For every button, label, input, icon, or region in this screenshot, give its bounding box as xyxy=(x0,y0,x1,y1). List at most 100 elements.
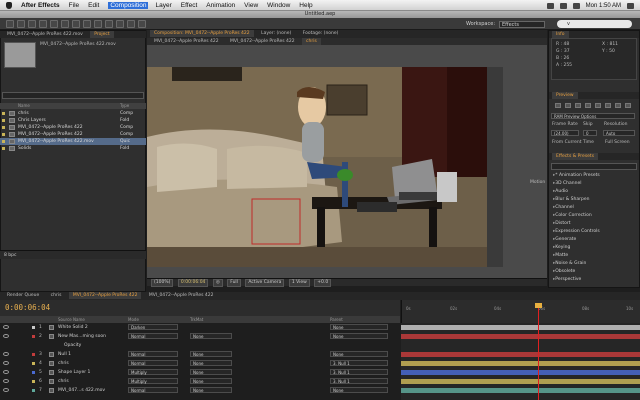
parent-select[interactable]: 3. Null 1 xyxy=(330,378,388,384)
tab-project[interactable]: Project xyxy=(90,31,114,38)
effects-category[interactable]: Color Correction xyxy=(553,213,591,218)
resolution-select-preview[interactable]: Auto xyxy=(603,130,635,136)
effects-category[interactable]: Perspective xyxy=(553,277,581,282)
last-frame-icon[interactable] xyxy=(595,103,601,108)
layer-label-swatch[interactable] xyxy=(32,335,35,338)
parent-select[interactable]: None xyxy=(330,387,388,393)
tab-info[interactable]: Info xyxy=(552,31,569,38)
blend-mode-select[interactable]: Darken xyxy=(128,324,178,330)
property-row[interactable]: Opacity xyxy=(0,342,400,349)
project-item[interactable]: MVI_0472--Apple ProRes 422 Comp xyxy=(0,131,146,138)
layer-duration-bar[interactable] xyxy=(401,370,640,375)
frame-rate-select[interactable]: (24.00) xyxy=(551,130,579,136)
menu-file[interactable]: File xyxy=(69,2,79,9)
visibility-eye-icon[interactable] xyxy=(3,370,9,374)
layer-label-swatch[interactable] xyxy=(32,389,35,392)
zoom-tool-icon[interactable] xyxy=(28,20,36,28)
layer-name[interactable]: Shape Layer 1 xyxy=(58,369,90,376)
label-color-swatch[interactable] xyxy=(2,112,5,115)
visibility-eye-icon[interactable] xyxy=(3,361,9,365)
apple-icon[interactable] xyxy=(6,1,12,9)
pen-tool-icon[interactable] xyxy=(83,20,91,28)
effects-category[interactable]: Audio xyxy=(553,189,568,194)
blend-mode-select[interactable]: Normal xyxy=(128,351,178,357)
layer-row[interactable]: 6 chris Multiply None 3. Null 1 xyxy=(0,378,400,385)
label-color-swatch[interactable] xyxy=(2,147,5,150)
tab-project-footage[interactable]: MVI_0472--Apple ProRes 422.mov xyxy=(3,31,87,38)
label-color-swatch[interactable] xyxy=(2,119,5,122)
volume-icon[interactable] xyxy=(559,2,567,9)
loop-icon[interactable] xyxy=(615,103,621,108)
layer-name[interactable]: chris xyxy=(58,378,69,385)
menu-help[interactable]: Help xyxy=(299,2,312,9)
time-ruler[interactable]: 0s 02s 04s 06s 08s 10s xyxy=(401,300,640,323)
blend-mode-select[interactable]: Normal xyxy=(128,333,178,339)
full-screen-checkbox[interactable]: Full Screen xyxy=(605,140,630,145)
effects-category[interactable]: Expression Controls xyxy=(553,229,599,234)
layer-name[interactable]: New Mas...ming soon xyxy=(58,333,106,340)
spotlight-icon[interactable] xyxy=(627,2,634,9)
label-color-swatch[interactable] xyxy=(2,126,5,129)
current-time-display[interactable]: 0:00:06:04 xyxy=(177,279,209,287)
effects-category[interactable]: * Animation Presets xyxy=(553,173,599,178)
visibility-eye-icon[interactable] xyxy=(3,334,9,338)
parent-select[interactable]: 3. Null 1 xyxy=(330,369,388,375)
resolution-select[interactable]: Full xyxy=(227,279,241,287)
tab-render-queue[interactable]: Render Queue xyxy=(3,292,43,299)
menu-animation[interactable]: Animation xyxy=(206,2,235,9)
layer-label-swatch[interactable] xyxy=(32,380,35,383)
layer-label-swatch[interactable] xyxy=(32,353,35,356)
layer-row[interactable]: 7 MVI_047...s 422.mov Normal None None xyxy=(0,387,400,394)
timeline-current-time[interactable]: 0:00:06:04 xyxy=(5,303,50,312)
layer-row[interactable]: 1 White Solid 2 Darken None xyxy=(0,324,400,331)
playhead-handle[interactable] xyxy=(535,303,542,308)
track-matte-select[interactable]: None xyxy=(190,351,232,357)
tab-composition[interactable]: Composition: MVI_0472--Apple ProRes 422 xyxy=(150,30,254,37)
app-menu[interactable]: After Effects xyxy=(21,2,60,9)
tab-timeline-mvi-1[interactable]: MVI_0472--Apple ProRes 422 xyxy=(68,292,142,299)
bpc-indicator[interactable]: 8 bpc xyxy=(4,253,16,258)
parent-select[interactable]: None xyxy=(330,351,388,357)
effects-category[interactable]: Generate xyxy=(553,237,576,242)
layer-duration-bar[interactable] xyxy=(401,352,640,357)
hand-tool-icon[interactable] xyxy=(17,20,25,28)
audio-icon[interactable] xyxy=(605,103,611,108)
motion-tab-label[interactable]: Motion xyxy=(530,180,545,185)
track-matte-select[interactable]: None xyxy=(190,333,232,339)
layer-duration-bar[interactable] xyxy=(401,334,640,339)
layer-name[interactable]: Null 1 xyxy=(58,351,71,358)
blend-mode-select[interactable]: Normal xyxy=(128,360,178,366)
play-icon[interactable] xyxy=(575,103,581,108)
track-matte-select[interactable]: None xyxy=(190,378,232,384)
from-current-time-checkbox[interactable]: From Current Time xyxy=(552,140,594,145)
blend-mode-select[interactable]: Normal xyxy=(128,387,178,393)
camera-tool-icon[interactable] xyxy=(50,20,58,28)
parent-select[interactable]: None xyxy=(330,324,388,330)
menu-view[interactable]: View xyxy=(244,2,258,9)
rectangle-tool-icon[interactable] xyxy=(72,20,80,28)
column-name[interactable]: Name xyxy=(18,103,30,109)
layer-name[interactable]: chris xyxy=(58,360,69,367)
visibility-eye-icon[interactable] xyxy=(3,388,9,392)
column-parent[interactable]: Parent xyxy=(330,316,343,323)
tab-timeline-chris[interactable]: chris xyxy=(47,292,66,299)
nav-comp-2[interactable]: MVI_0472--Apple ProRes 422 xyxy=(226,38,299,45)
project-item[interactable]: chris Comp xyxy=(0,110,146,117)
tab-footage[interactable]: Footage: (none) xyxy=(299,30,343,37)
composition-viewer[interactable] xyxy=(147,45,547,278)
track-matte-select[interactable]: None xyxy=(190,387,232,393)
column-trkmat[interactable]: TrkMat xyxy=(190,316,203,323)
visibility-eye-icon[interactable] xyxy=(3,352,9,356)
effects-category[interactable]: Matte xyxy=(553,253,568,258)
project-item[interactable]: MVI_0472--Apple ProRes 422.mov Quic xyxy=(0,138,146,145)
effects-search-input[interactable] xyxy=(551,163,637,170)
property-name[interactable]: Opacity xyxy=(64,342,81,349)
rotate-tool-icon[interactable] xyxy=(39,20,47,28)
menu-window[interactable]: Window xyxy=(267,2,290,9)
menu-composition[interactable]: Composition xyxy=(108,1,149,9)
layer-label-swatch[interactable] xyxy=(32,326,35,329)
nav-comp-1[interactable]: MVI_0472--Apple ProRes 422 xyxy=(150,38,223,45)
effects-category[interactable]: Obsolete xyxy=(553,269,575,274)
brush-tool-icon[interactable] xyxy=(105,20,113,28)
snapshot-icon[interactable]: ◎ xyxy=(212,279,223,287)
